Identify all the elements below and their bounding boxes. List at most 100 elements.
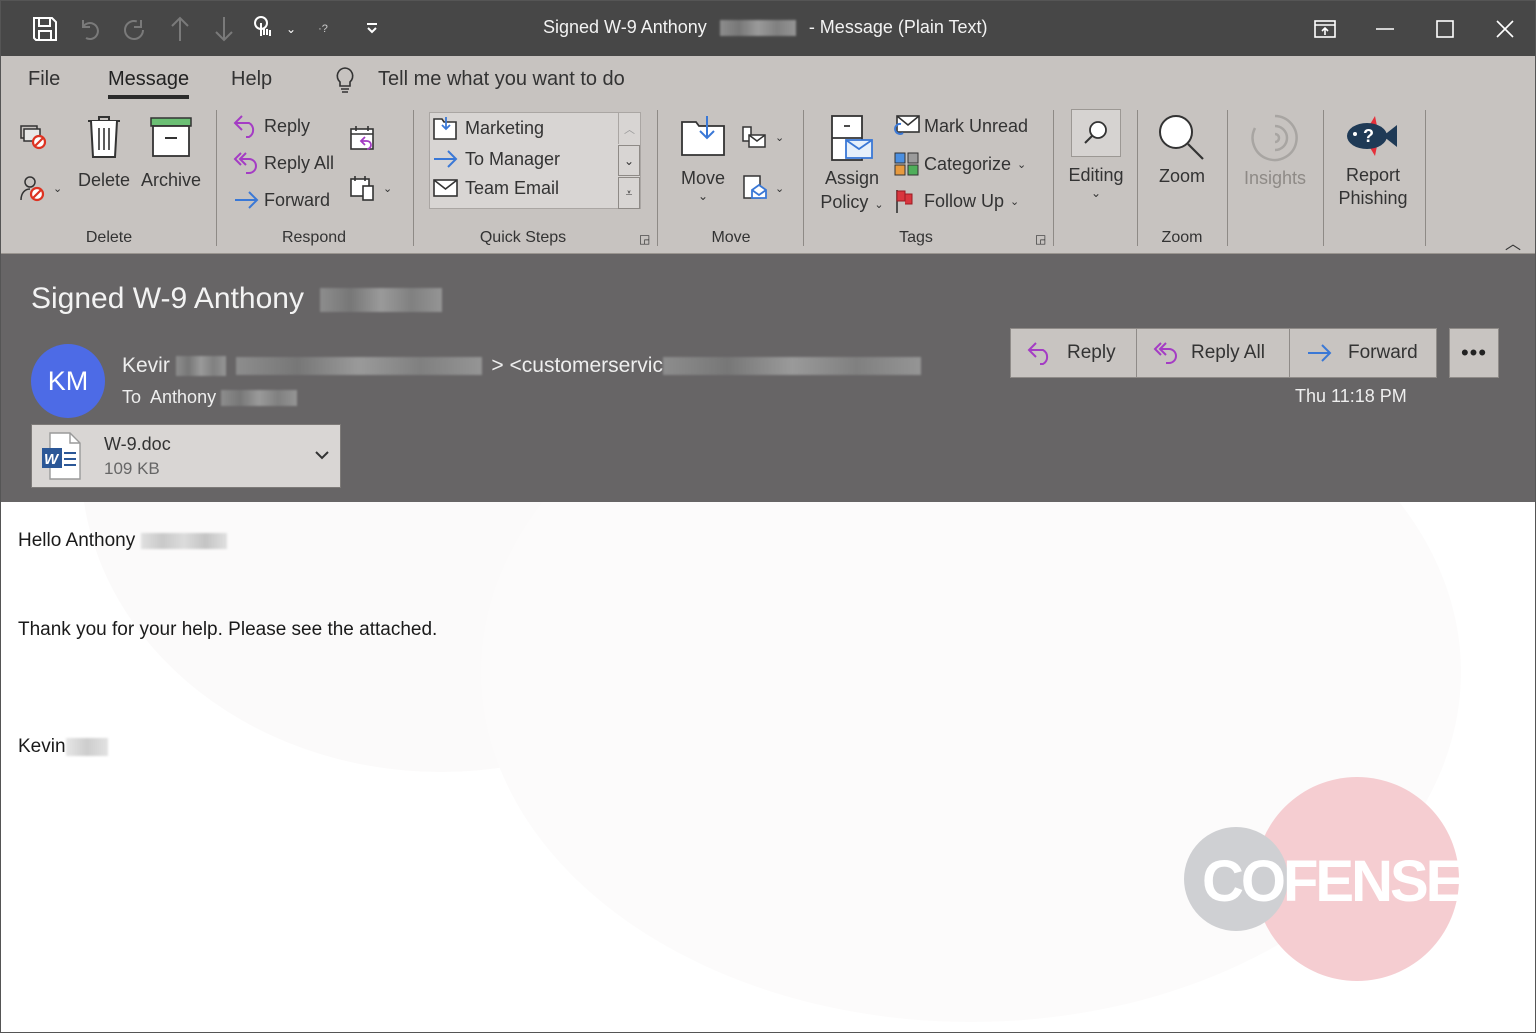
header-reply-all-button[interactable]: Reply All [1137,329,1290,377]
junk-button[interactable]: ⌄ [19,174,62,202]
recipient-name[interactable]: Anthony [150,387,216,407]
envelope-icon [433,179,458,197]
gallery-expand[interactable]: ⩡ [618,177,640,209]
flag-icon [896,190,913,213]
minimize-icon[interactable] [1365,11,1405,47]
reply-icon [233,115,255,138]
lightbulb-icon [334,66,356,99]
attachment-dropdown-chevron-icon[interactable] [314,447,330,465]
reply-button[interactable]: Reply [233,114,310,138]
zoom-button[interactable]: Zoom [1151,112,1213,187]
follow-up-button[interactable]: Follow Up ⌄ [893,188,1019,214]
actions-icon [743,175,767,199]
tell-me-search[interactable]: Tell me what you want to do [378,68,625,91]
forward-button[interactable]: Forward [233,188,330,212]
recipient-line: To Anthony [122,387,298,408]
touch-mode-icon[interactable] [249,13,279,45]
assign-policy-icon [831,115,873,161]
group-separator [1323,110,1324,246]
down-arrow-icon[interactable] [209,13,239,45]
arrow-right-icon [434,150,458,168]
maximize-icon[interactable] [1425,11,1465,47]
message-subject: Signed W-9 Anthony [31,282,443,316]
more-respond-button[interactable]: ⌄ [349,174,392,202]
tab-help[interactable]: Help [231,68,272,91]
touch-mode-dropdown-icon[interactable]: ⌄ [283,13,299,45]
sender-line[interactable]: Kevir > <customerservic [122,354,921,378]
quick-steps-dialog-launcher[interactable]: ◲ [639,232,650,246]
header-reply-button[interactable]: Reply [1011,329,1137,377]
group-separator [1053,110,1054,246]
svg-text:?: ? [1363,126,1374,146]
move-button[interactable]: Move ⌄ [675,114,731,203]
archive-button[interactable]: Archive [141,116,201,191]
redacted-name [320,288,443,313]
message-date: Thu 11:18 PM [1295,386,1407,406]
gallery-scroll-up[interactable]: ︿ [618,113,640,144]
group-separator [413,110,414,246]
sender-avatar[interactable]: KM [31,344,105,418]
categorize-button[interactable]: Categorize ⌄ [893,151,1026,177]
attachment-name: W-9.doc [104,433,171,454]
tab-file[interactable]: File [28,68,60,91]
save-icon[interactable] [29,13,61,45]
calendar-device-icon [350,176,374,201]
chevron-down-icon: ⌄ [775,131,785,144]
body-greeting: Hello Anthony [18,530,227,552]
title-subject: Signed W-9 Anthony [543,17,707,37]
outlook-message-window: ⌄ ·? Signed W-9 Anthony - Message (Plain… [0,0,1536,1033]
collapse-ribbon-icon[interactable]: ︿ [1505,230,1521,254]
group-separator [803,110,804,246]
quick-step-to-manager[interactable]: To Manager [432,147,560,171]
gallery-scroll-down[interactable]: ⌄ [618,145,640,176]
move-to-folder-icon [433,117,457,140]
trash-icon [88,116,120,158]
insights-button[interactable]: Insights [1237,112,1313,189]
forward-icon [1308,344,1332,362]
move-folder-icon [681,116,725,156]
rules-button[interactable]: ⌄ [741,124,784,150]
redacted-name [175,356,226,377]
ignore-button[interactable] [19,124,47,150]
delete-button[interactable]: Delete [76,114,132,191]
reply-all-button[interactable]: Reply All [233,151,334,175]
undo-icon[interactable] [75,13,105,45]
chevron-down-icon: ⌄ [1010,195,1020,208]
quick-step-team-email[interactable]: Team Email [432,177,559,199]
chevron-down-icon: ⌄ [53,182,63,195]
mark-unread-button[interactable]: Mark Unread [893,114,1028,138]
body-signature: Kevin [18,736,108,758]
header-forward-button[interactable]: Forward [1290,329,1436,377]
more-actions-button[interactable]: ••• [1449,328,1499,378]
tags-dialog-launcher[interactable]: ◲ [1035,232,1046,246]
logo-wordmark: COFENSE [1202,849,1459,914]
ribbon-tabs: File Message Help Tell me what you want … [1,56,1535,102]
quick-steps-gallery: Marketing To Manager Team Email ︿ ⌄ ⩡ [429,112,641,209]
reply-all-icon [233,152,257,174]
redo-icon[interactable] [119,13,149,45]
group-separator [1227,110,1228,246]
help-icon[interactable]: ·? [313,13,333,45]
attachment-card[interactable]: W W-9.doc 109 KB [31,424,341,488]
magnifier-icon [1159,115,1204,160]
customize-quick-access-icon[interactable] [361,13,383,45]
up-arrow-icon[interactable] [165,13,195,45]
group-label-move: Move [711,229,751,246]
onenote-button[interactable]: ⌄ [741,174,784,202]
attachment-size: 109 KB [104,458,160,478]
tab-message[interactable]: Message [108,68,190,99]
redacted-name [719,20,796,37]
ribbon-display-options-icon[interactable] [1305,11,1345,47]
reply-with-meeting-button[interactable] [349,124,377,152]
editing-button[interactable]: Editing ⌄ [1065,109,1127,200]
report-phishing-button[interactable]: ? Report Phishing [1331,112,1415,210]
assign-policy-button[interactable]: Assign Policy ⌄ [817,114,887,217]
mark-unread-icon [894,115,920,135]
quick-step-marketing[interactable]: Marketing [432,115,544,141]
redacted-email [235,357,482,376]
group-label-respond: Respond [281,229,347,246]
group-separator [216,110,217,246]
close-icon[interactable] [1485,11,1525,47]
title-app-name: - Message (Plain Text) [808,17,988,37]
chevron-down-icon: ⌄ [775,182,785,195]
